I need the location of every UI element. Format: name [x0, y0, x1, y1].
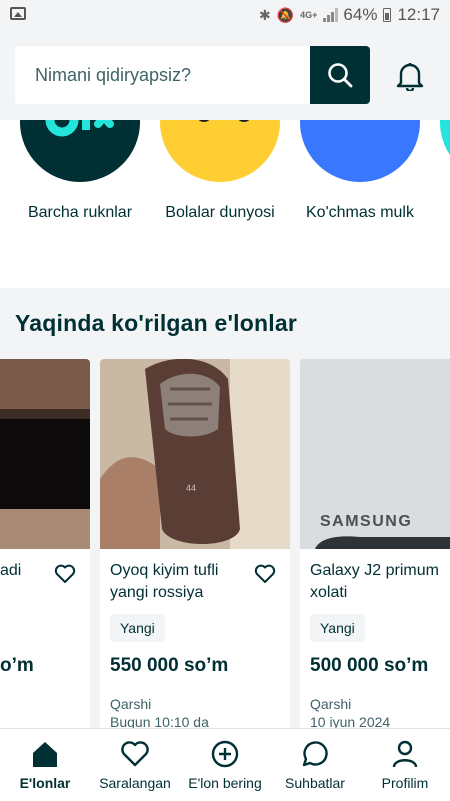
section-title: Yaqinda ko'rilgan e'lonlar [15, 310, 297, 336]
nav-label: Profilim [381, 775, 429, 791]
ad-title: Galaxy J2 primum xolati [310, 562, 439, 601]
bluetooth-icon: ✱ [258, 6, 271, 23]
plus-circle-icon [211, 740, 239, 768]
category-all[interactable]: Barcha ruknlar [10, 120, 150, 222]
ad-image: 44 [100, 359, 290, 549]
ad-image [0, 359, 90, 549]
nav-favorites[interactable]: Saralangan [90, 729, 180, 801]
heart-icon [254, 564, 276, 583]
ad-price: 550 000 so’m [110, 655, 229, 676]
category-kids[interactable]: Bolalar dunyosi [150, 120, 290, 222]
brand-text: SAMSUNG [320, 513, 412, 530]
ad-card[interactable]: adi o’m [0, 359, 90, 728]
stroller-icon [160, 120, 280, 182]
ad-date: Bugun 10:10 da [110, 714, 209, 728]
key-icon [300, 120, 420, 182]
nav-profile[interactable]: Profilim [360, 729, 450, 801]
ad-price: o’m [0, 655, 34, 676]
nav-label: Suhbatlar [285, 775, 345, 791]
heart-icon [121, 741, 149, 767]
chat-icon [302, 741, 328, 767]
ad-title: Oyoq kiyim tufli yangi rossiya [110, 562, 219, 601]
category-label: Ko'chmas mulk [306, 204, 414, 221]
search-input[interactable] [15, 46, 310, 104]
ad-card[interactable]: SAMSUNG Galaxy J2 primum xolati Yangi 50… [300, 359, 450, 728]
network-type: 4G+ [300, 9, 318, 20]
ad-date: 10 iyun 2024 [310, 714, 391, 728]
notifications-button[interactable] [394, 60, 426, 92]
ad-image: SAMSUNG [300, 359, 450, 549]
ad-price: 500 000 so’m [310, 655, 429, 676]
nav-chats[interactable]: Suhbatlar [270, 729, 360, 801]
signal-icon [323, 8, 339, 22]
person-icon [392, 740, 418, 768]
ad-location: Qarshi [310, 696, 352, 712]
category-circle [440, 120, 450, 182]
status-bar: ✱ 🔕 4G+ 64% 12:17 [0, 0, 450, 30]
category-label: Bolalar dunyosi [165, 204, 275, 221]
ad-title: adi [0, 562, 22, 579]
favorite-button[interactable] [254, 564, 276, 584]
nav-label: Saralangan [99, 775, 171, 791]
home-icon [33, 742, 57, 767]
bell-icon [396, 63, 424, 91]
battery-icon [383, 8, 392, 22]
nav-post-ad[interactable]: E'lon bering [180, 729, 270, 801]
search-button[interactable] [310, 46, 370, 104]
ad-location: Qarshi [110, 696, 152, 712]
clock: 12:17 [397, 5, 440, 24]
ad-card[interactable]: 44 Oyoq kiyim tufli yangi rossiya Yangi … [100, 359, 290, 728]
bottom-navigation: E'lonlar Saralangan E'lon bering Suhbatl… [0, 728, 450, 801]
nav-ads[interactable]: E'lonlar [0, 729, 90, 801]
favorite-button[interactable] [54, 564, 76, 584]
nav-label: E'lon bering [188, 775, 262, 791]
category-carousel: Barcha ruknlar Bolalar dunyosi Ko'chmas … [0, 120, 450, 288]
nav-label: E'lonlar [19, 775, 71, 791]
search-icon [328, 63, 353, 88]
battery-percent: 64% [343, 5, 378, 24]
olx-logo-icon [20, 120, 140, 182]
category-label: Barcha ruknlar [27, 204, 133, 221]
category-next[interactable] [430, 120, 450, 182]
category-real-estate[interactable]: Ko'chmas mulk [290, 120, 430, 222]
heart-icon [54, 564, 76, 583]
mute-icon: 🔕 [276, 6, 295, 23]
search-header [0, 30, 450, 120]
gallery-notification-icon [10, 7, 26, 20]
size-marking: 44 [186, 483, 196, 493]
search-box [15, 46, 370, 104]
recently-viewed-section: Yaqinda ko'rilgan e'lonlar adi o’m 44 Oy… [0, 288, 450, 728]
condition-badge: Yangi [110, 614, 165, 642]
condition-badge: Yangi [310, 614, 365, 642]
